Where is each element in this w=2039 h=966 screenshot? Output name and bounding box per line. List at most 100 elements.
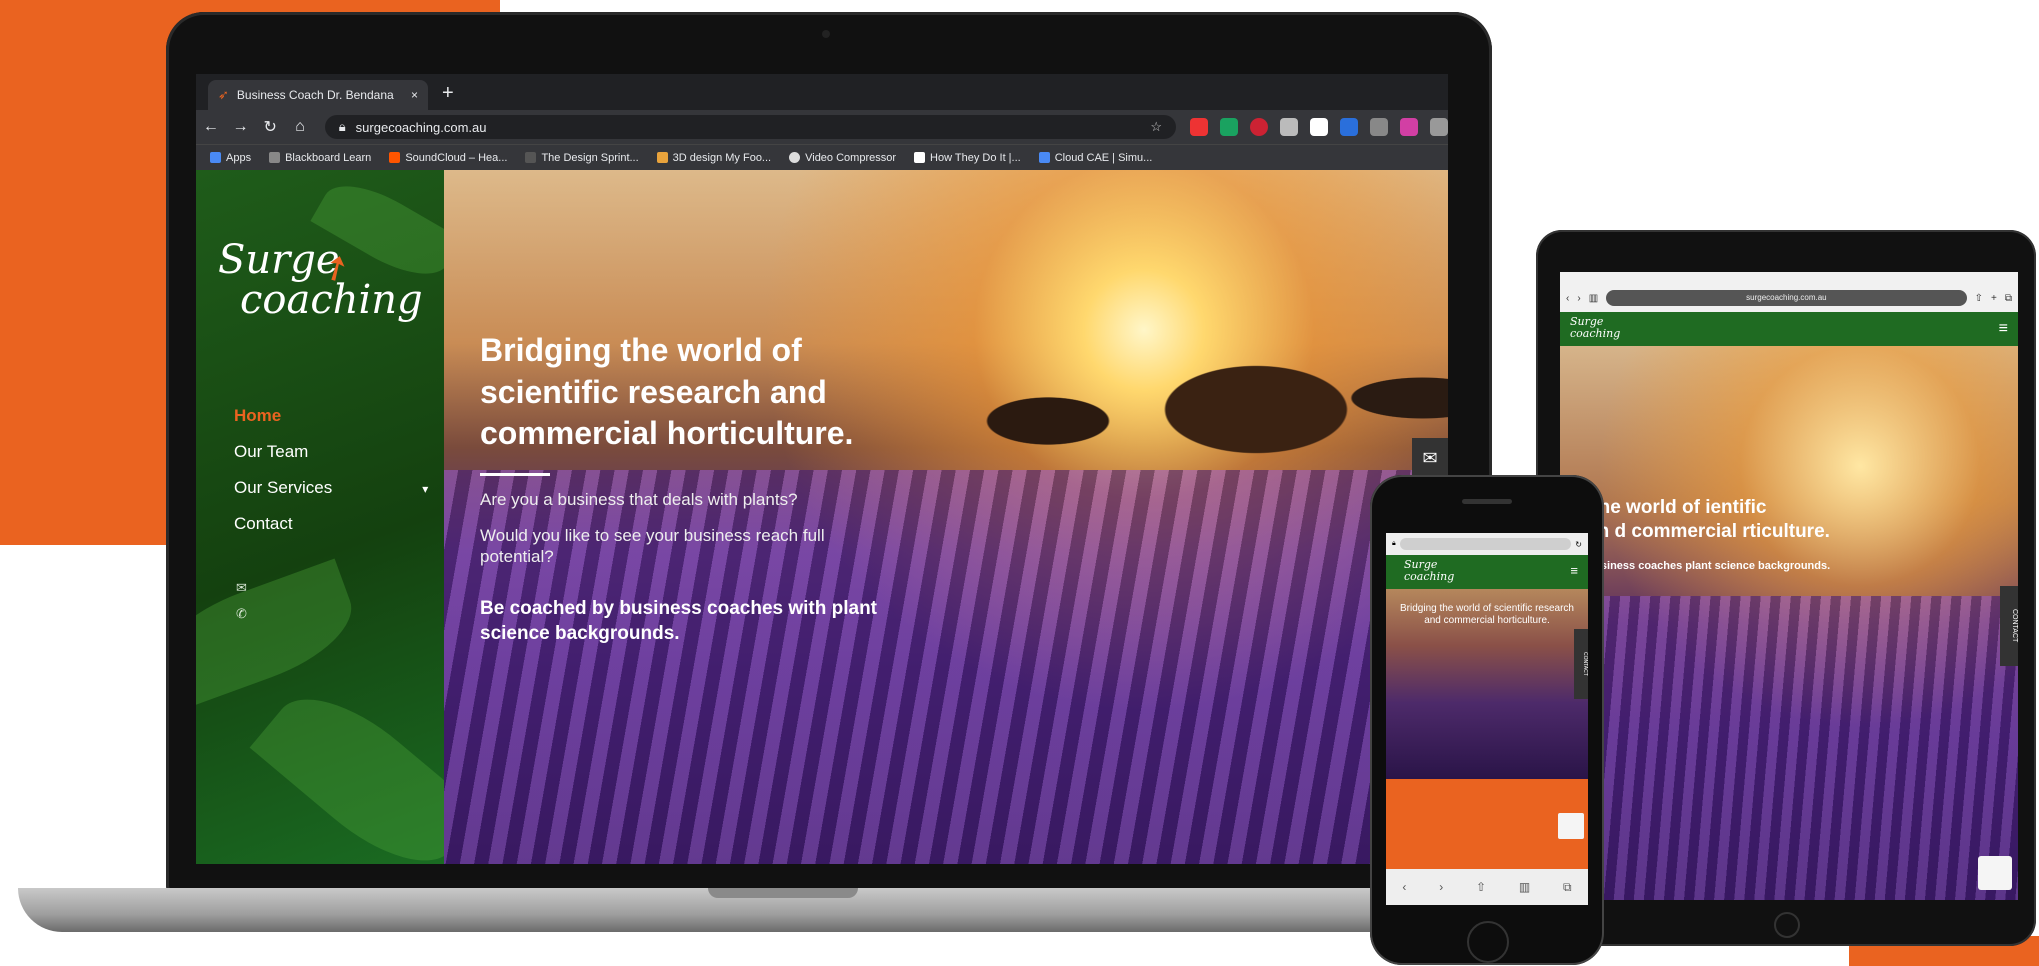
- trees-silhouette: [944, 260, 1448, 490]
- back-arrow-icon[interactable]: ←: [196, 118, 226, 136]
- tablet-address-bar[interactable]: surgecoaching.com.au: [1606, 290, 1967, 306]
- envelope-icon: ✉: [236, 580, 247, 595]
- tablet-site-header: Surge coaching ≡: [1560, 312, 2018, 346]
- bookmarks-icon[interactable]: ▥: [1519, 880, 1530, 894]
- hamburger-menu-icon[interactable]: ≡: [1570, 563, 1578, 578]
- tablet-home-button[interactable]: [1774, 912, 1800, 938]
- hamburger-menu-icon[interactable]: ≡: [1999, 320, 2008, 338]
- lock-icon: 🔒︎: [1392, 540, 1396, 547]
- website-viewport: Surge coaching ➚ Home Our Team Our Servi…: [196, 170, 1448, 864]
- bookmark-apps[interactable]: Apps: [210, 152, 251, 164]
- forward-arrow-icon[interactable]: ›: [1577, 293, 1580, 304]
- tabs-icon[interactable]: ⧉: [2005, 293, 2012, 304]
- bookmark-soundcloud[interactable]: SoundCloud – Hea...: [389, 152, 507, 164]
- share-icon[interactable]: ⇧: [1476, 880, 1486, 894]
- tabs-icon[interactable]: ⧉: [1563, 880, 1572, 895]
- close-tab-icon[interactable]: ×: [411, 88, 418, 102]
- extension-icon[interactable]: [1400, 118, 1419, 136]
- back-arrow-icon[interactable]: ‹: [1402, 880, 1406, 894]
- nav-item-our-team[interactable]: Our Team: [234, 442, 428, 462]
- bookmark-how-they-do-it[interactable]: How They Do It |...: [914, 152, 1021, 164]
- recaptcha-badge[interactable]: [1558, 813, 1584, 839]
- add-tab-icon[interactable]: +: [1991, 293, 1997, 304]
- site-nav: Home Our Team Our Services ▾ Contact: [234, 406, 428, 550]
- tablet-browser-bar: ‹ › ▥ surgecoaching.com.au ⇧ + ⧉: [1560, 284, 2018, 312]
- email-link[interactable]: ✉: [236, 580, 247, 596]
- nav-item-our-services[interactable]: Our Services ▾: [234, 478, 428, 498]
- share-icon[interactable]: ⇧: [1975, 293, 1983, 304]
- lavender-field: [1560, 596, 2018, 900]
- browser-toolbar: ← → ↻ ⌂ 🔒︎ surgecoaching.com.au ☆: [196, 110, 1448, 144]
- extension-icons: [1190, 118, 1448, 136]
- design-sprint-icon: [525, 152, 537, 163]
- contact-tab-mail-icon[interactable]: ✉: [1412, 438, 1448, 478]
- tablet-hero: idging the world of ientific research d …: [1560, 346, 2018, 900]
- hero-divider: [480, 472, 550, 476]
- tablet-status-bar: [1560, 272, 2018, 284]
- bookmark-cloud-cae[interactable]: Cloud CAE | Simu...: [1038, 152, 1152, 164]
- extension-icon[interactable]: [1340, 118, 1359, 136]
- bookmark-star-icon[interactable]: ☆: [1150, 119, 1162, 135]
- bookmark-blackboard[interactable]: Blackboard Learn: [269, 152, 371, 164]
- laptop-screen: ➶ Business Coach Dr. Bendana × + ← → ↻ ⌂…: [196, 74, 1448, 864]
- bookmark-video-compressor[interactable]: Video Compressor: [789, 152, 896, 164]
- tablet-contact-tab[interactable]: CONTACT: [2000, 586, 2018, 666]
- back-arrow-icon[interactable]: ‹: [1566, 293, 1569, 304]
- tab-title: Business Coach Dr. Bendana: [236, 88, 394, 102]
- address-bar[interactable]: 🔒︎ surgecoaching.com.au ☆: [324, 115, 1177, 139]
- home-icon[interactable]: ⌂: [285, 118, 315, 136]
- url-text: surgecoaching.com.au: [355, 119, 487, 135]
- tablet-frame: ‹ › ▥ surgecoaching.com.au ⇧ + ⧉ Surge co…: [1536, 230, 2036, 946]
- phone-hero: Bridging the world of scientific researc…: [1386, 589, 1588, 779]
- browser-tab[interactable]: ➶ Business Coach Dr. Bendana ×: [208, 80, 428, 110]
- phone-link[interactable]: ✆: [236, 606, 247, 622]
- bookmarks-icon[interactable]: ▥: [1589, 293, 1598, 304]
- forward-arrow-icon[interactable]: →: [226, 118, 256, 136]
- leaf-decoration: [249, 670, 444, 864]
- bookmark-3d-design[interactable]: 3D design My Foo...: [656, 152, 771, 164]
- new-tab-button[interactable]: +: [442, 82, 454, 105]
- sidebar-contact-links: ✉ ✆: [236, 580, 247, 632]
- 3d-design-icon: [656, 152, 668, 163]
- apps-icon: [210, 152, 221, 163]
- bookmarks-bar: Apps Blackboard Learn SoundCloud – Hea..…: [196, 144, 1448, 170]
- blackboard-icon: [269, 152, 281, 163]
- phone-logo[interactable]: Surge coaching: [1404, 558, 1454, 583]
- surge-coaching-logo[interactable]: Surge coaching: [218, 240, 423, 320]
- forward-arrow-icon[interactable]: ›: [1439, 880, 1443, 894]
- hero-section: Bridging the world of scientific researc…: [444, 170, 1448, 864]
- phone-home-button[interactable]: [1467, 921, 1509, 963]
- tablet-logo[interactable]: Surge coaching: [1570, 315, 1620, 340]
- hero-question-2: Would you like to see your business reac…: [480, 526, 825, 566]
- extension-icon[interactable]: [1220, 118, 1239, 136]
- extension-icon[interactable]: [1370, 118, 1389, 136]
- extension-icon[interactable]: [1310, 118, 1329, 136]
- phone-orange-section: [1386, 779, 1588, 869]
- site-sidebar: Surge coaching ➚ Home Our Team Our Servi…: [196, 170, 444, 864]
- tablet-screen: ‹ › ▥ surgecoaching.com.au ⇧ + ⧉ Surge co…: [1560, 272, 2018, 900]
- bookmark-design-sprint[interactable]: The Design Sprint...: [525, 152, 639, 164]
- reload-icon[interactable]: ↻: [1575, 540, 1582, 549]
- profile-avatar[interactable]: [1430, 118, 1448, 136]
- hero-copy: Bridging the world of scientific researc…: [480, 330, 900, 646]
- phone-browser-bar: 🔒︎ ↻: [1386, 533, 1588, 555]
- phone-hero-title: Bridging the world of scientific researc…: [1400, 603, 1574, 626]
- extension-icon[interactable]: [1190, 118, 1209, 136]
- phone-contact-tab[interactable]: CONTACT: [1574, 629, 1588, 699]
- reload-icon[interactable]: ↻: [255, 117, 285, 137]
- recaptcha-badge[interactable]: [1978, 856, 2012, 890]
- laptop-notch: [708, 888, 858, 898]
- cloud-cae-icon: [1038, 152, 1050, 163]
- how-they-do-it-icon: [914, 152, 926, 163]
- nav-item-home[interactable]: Home: [234, 406, 428, 426]
- phone-site-header: Surge coaching ≡: [1386, 555, 1588, 589]
- extension-icon[interactable]: [1280, 118, 1299, 136]
- extension-icon[interactable]: [1250, 118, 1269, 136]
- hero-question-1: Are you a business that deals with plant…: [480, 489, 798, 509]
- phone-address-bar[interactable]: [1399, 538, 1572, 550]
- phone-browser-toolbar: ‹ › ⇧ ▥ ⧉: [1386, 869, 1588, 905]
- laptop-base: [18, 888, 1518, 932]
- nav-item-contact[interactable]: Contact: [234, 514, 428, 534]
- phone-screen: 🔒︎ ↻ Surge coaching ≡ Bridging the world …: [1386, 533, 1588, 905]
- chevron-down-icon: ▾: [422, 482, 429, 496]
